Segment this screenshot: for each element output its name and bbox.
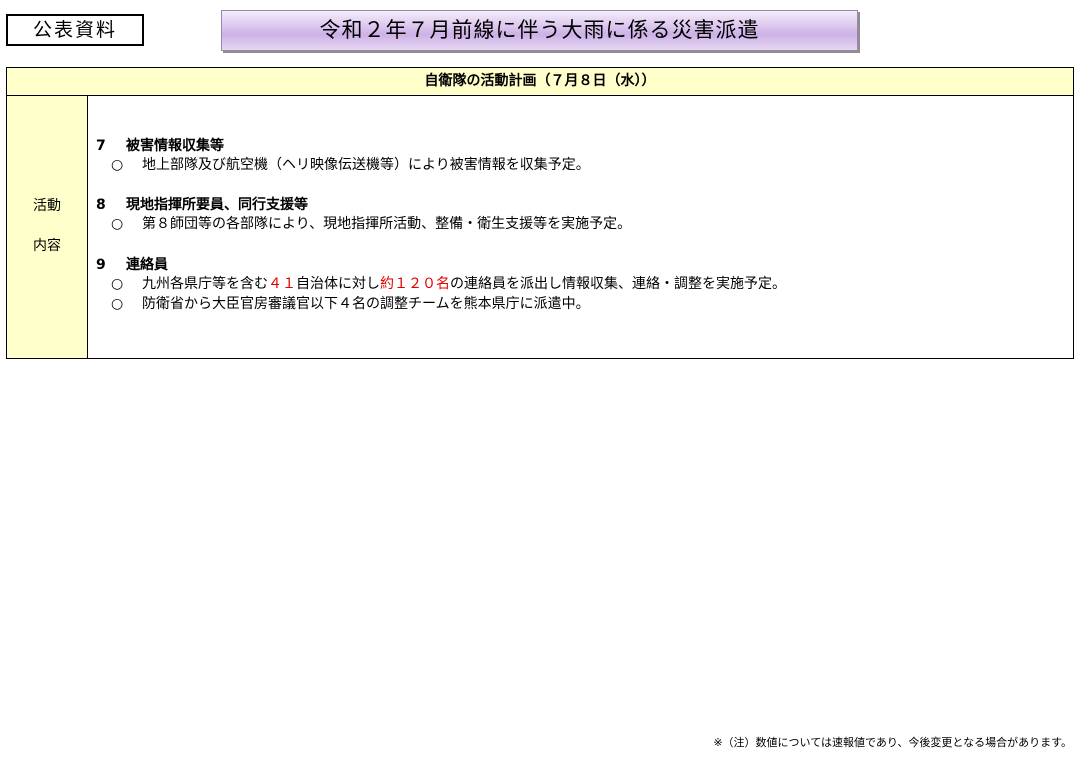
row-label-cell: 活動 内容 [7,96,88,358]
list-item: ○ 地上部隊及び航空機（ヘリ映像伝送機等）により被害情報を収集予定。 [96,155,590,175]
circle-bullet-icon: ○ [111,216,124,232]
liaison-count-highlight: 約１２０名 [380,276,450,292]
row-label-content: 内容 [33,238,61,254]
section-heading: 8 現地指揮所要員、同行支援等 [96,196,631,214]
section-heading: 9 連絡員 [96,256,786,274]
section-title-text: 被害情報収集等 [126,138,224,154]
section-number: 8 [96,197,106,213]
municipality-count-highlight: ４１ [268,276,296,292]
item-text-part: の連絡員を派出し情報収集、連絡・調整を実施予定。 [450,276,786,292]
list-item: ○ 第８師団等の各部隊により、現地指揮所活動、整備・衛生支援等を実施予定。 [96,214,631,234]
circle-bullet-icon: ○ [111,157,124,173]
item-text-part: 九州各県庁等を含む [142,276,268,292]
section-number: 9 [96,257,106,273]
page-title: 令和２年７月前線に伴う大雨に係る災害派遣 [221,10,858,51]
item-text: 第８師団等の各部隊により、現地指揮所活動、整備・衛生支援等を実施予定。 [142,216,632,232]
section-damage-info: 7 被害情報収集等 ○ 地上部隊及び航空機（ヘリ映像伝送機等）により被害情報を収集予… [96,137,590,175]
public-document-badge: 公表資料 [6,14,144,46]
section-field-command-support: 8 現地指揮所要員、同行支援等 ○ 第８師団等の各部隊により、現地指揮所活動、整備・… [96,196,631,234]
item-text: 地上部隊及び航空機（ヘリ映像伝送機等）により被害情報を収集予定。 [142,157,590,173]
footnote: ※（注）数値については速報値であり、今後変更となる場合があります。 [713,736,1072,749]
list-item: ○ 防衛省から大臣官房審議官以下４名の調整チームを熊本県庁に派遣中。 [96,294,786,314]
list-item: ○ 九州各県庁等を含む４１自治体に対し約１２０名の連絡員を派出し情報収集、連絡・調… [96,274,786,294]
circle-bullet-icon: ○ [111,296,124,312]
section-number: 7 [96,138,106,154]
activity-plan-table: 自衛隊の活動計画（７月８日（水）） 活動 内容 7 被害情報収集等 ○ 地上部隊及び… [6,67,1074,359]
section-heading: 7 被害情報収集等 [96,137,590,155]
section-title-text: 連絡員 [126,257,168,273]
item-text: 防衛省から大臣官房審議官以下４名の調整チームを熊本県庁に派遣中。 [142,296,590,312]
item-text-part: 自治体に対し [296,276,380,292]
table-header: 自衛隊の活動計画（７月８日（水）） [7,68,1073,96]
section-title-text: 現地指揮所要員、同行支援等 [126,197,308,213]
section-liaison-officers: 9 連絡員 ○ 九州各県庁等を含む４１自治体に対し約１２０名の連絡員を派出し情報収集… [96,256,786,314]
row-label-activity: 活動 [33,198,61,214]
circle-bullet-icon: ○ [111,276,124,292]
activity-content-cell: 7 被害情報収集等 ○ 地上部隊及び航空機（ヘリ映像伝送機等）により被害情報を収集予… [88,96,1073,358]
